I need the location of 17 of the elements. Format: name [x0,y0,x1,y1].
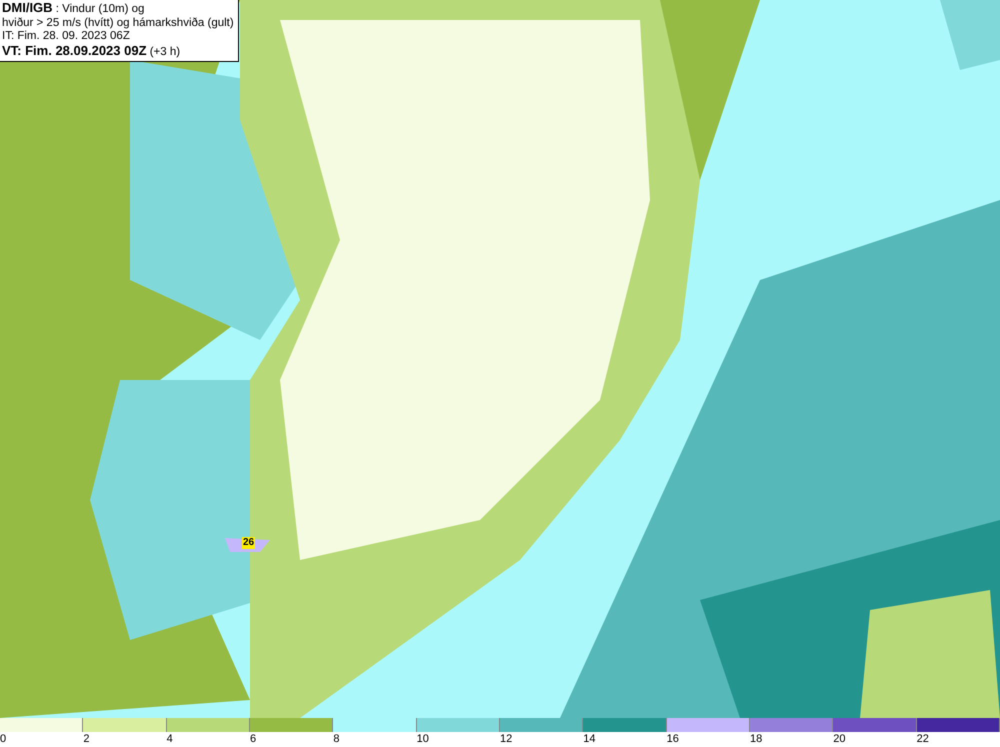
info-text: VT: Fim. 28.09.2023 09Z (+3 h) [2,44,182,59]
legend-label: 12 [500,733,512,745]
legend-label: 16 [666,733,679,745]
legend-label: 2 [83,733,90,745]
legend-label: 10 [416,733,429,745]
info-text: DMI/IGB : Vindur (10m) og [2,1,146,16]
legend-label: 8 [333,733,340,745]
legend-label: 0 [0,733,6,745]
gust-label: 26 [242,537,256,549]
legend-label: 4 [166,733,173,745]
legend-label: 14 [583,733,596,745]
legend-label: 20 [833,733,846,745]
legend-label: 18 [750,733,762,745]
info-text: IT: Fim. 28. 09. 2023 06Z [2,30,131,44]
legend-label: 6 [250,733,256,745]
legend-label: 22 [916,733,929,745]
info-text: hviður > 25 m/s (hvítt) og hámarkshviða (gult) [2,16,234,30]
